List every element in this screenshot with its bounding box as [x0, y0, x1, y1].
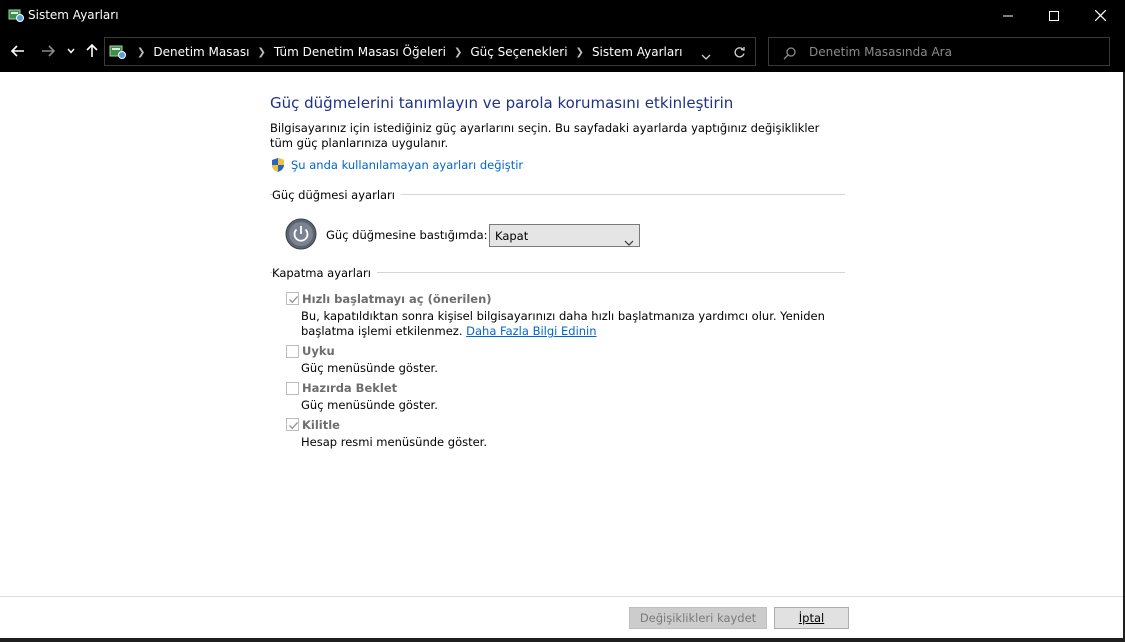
lock-description: Hesap resmi menüsünde göster.	[301, 435, 488, 449]
checkmark-icon	[289, 422, 299, 430]
fast-startup-checkbox[interactable]	[286, 292, 299, 305]
chevron-down-icon	[624, 232, 634, 251]
arrow-left-icon	[11, 45, 24, 57]
navigation-bar: ❯ Denetim Masası ❯ Tüm Denetim Masası Öğ…	[0, 31, 1125, 72]
cancel-label: İptal	[798, 611, 825, 625]
title-bar: Sistem Ayarları	[0, 0, 1125, 31]
fast-startup-description: Bu, kapatıldıktan sonra kişisel bilgisay…	[301, 309, 841, 339]
search-placeholder: Denetim Masasında Ara	[809, 45, 952, 59]
sleep-label: Uyku	[302, 344, 335, 358]
power-button-action-select[interactable]: Kapat	[489, 224, 640, 247]
lock-checkbox[interactable]	[286, 418, 299, 431]
close-button[interactable]	[1077, 0, 1123, 31]
address-bar[interactable]: ❯ Denetim Masası ❯ Tüm Denetim Masası Öğ…	[104, 37, 756, 66]
checkmark-icon	[289, 296, 299, 304]
power-button-action-value: Kapat	[495, 229, 529, 243]
change-unavailable-settings-label[interactable]: Şu anda kullanılamayan ayarları değiştir	[291, 158, 523, 172]
system-settings-window: Sistem Ayarları ❯ Denetim Masası ❯ Tüm D…	[0, 0, 1125, 642]
maximize-button[interactable]	[1031, 0, 1077, 31]
arrow-up-icon	[86, 44, 98, 57]
breadcrumb-system-settings[interactable]: Sistem Ayarları	[592, 45, 683, 59]
uac-shield-icon	[272, 158, 284, 172]
address-dropdown-button[interactable]	[701, 46, 711, 65]
breadcrumb-power-options[interactable]: Güç Seçenekleri	[470, 45, 567, 59]
sleep-checkbox[interactable]	[286, 345, 299, 358]
power-button-group-label: Güç düğmesi ayarları	[272, 188, 401, 202]
control-panel-app-icon	[8, 7, 24, 23]
learn-more-link[interactable]: Daha Fazla Bilgi Edinin	[466, 324, 596, 338]
back-button[interactable]	[9, 40, 27, 62]
window-title: Sistem Ayarları	[28, 8, 119, 22]
change-unavailable-settings-link[interactable]: Şu anda kullanılamayan ayarları değiştir	[270, 157, 523, 173]
footer-divider	[0, 596, 1123, 597]
fast-startup-label: Hızlı başlatmayı aç (önerilen)	[302, 292, 492, 306]
arrow-right-icon	[42, 45, 55, 57]
shutdown-group-label: Kapatma ayarları	[272, 266, 377, 280]
refresh-button[interactable]	[733, 44, 746, 63]
breadcrumb-separator-icon: ❯	[137, 46, 146, 58]
hibernate-description: Güç menüsünde göster.	[301, 398, 438, 412]
page-description: Bilgisayarınız için istediğiniz güç ayar…	[270, 121, 820, 150]
breadcrumb: ❯ Denetim Masası ❯ Tüm Denetim Masası Öğ…	[129, 45, 682, 59]
minimize-button[interactable]	[985, 0, 1031, 31]
power-icon	[285, 218, 317, 250]
power-button-action-label: Güç düğmesine bastığımda:	[326, 228, 488, 242]
search-icon	[783, 45, 796, 64]
breadcrumb-separator-icon[interactable]: ❯	[576, 47, 584, 58]
window-bottom-edge	[0, 638, 1125, 642]
refresh-icon	[734, 47, 745, 58]
lock-label: Kilitle	[302, 418, 340, 432]
breadcrumb-control-panel[interactable]: Denetim Masası	[153, 45, 249, 59]
page-title: Güç düğmelerini tanımlayın ve parola kor…	[270, 94, 734, 112]
chevron-down-icon	[701, 54, 711, 60]
sleep-description: Güç menüsünde göster.	[301, 361, 438, 375]
cancel-button[interactable]: İptal	[774, 607, 849, 629]
hibernate-label: Hazırda Beklet	[302, 381, 398, 395]
control-panel-icon	[109, 43, 126, 60]
search-box[interactable]: Denetim Masasında Ara	[768, 37, 1110, 66]
save-changes-button[interactable]: Değişiklikleri kaydet	[629, 607, 767, 629]
forward-button[interactable]	[39, 40, 57, 62]
breadcrumb-separator-icon[interactable]: ❯	[454, 47, 462, 58]
breadcrumb-separator-icon[interactable]: ❯	[257, 47, 265, 58]
chevron-down-icon	[67, 48, 75, 54]
breadcrumb-all-items[interactable]: Tüm Denetim Masası Öğeleri	[274, 45, 446, 59]
recent-locations-button[interactable]	[65, 40, 77, 62]
up-button[interactable]	[84, 40, 100, 62]
hibernate-checkbox[interactable]	[286, 382, 299, 395]
